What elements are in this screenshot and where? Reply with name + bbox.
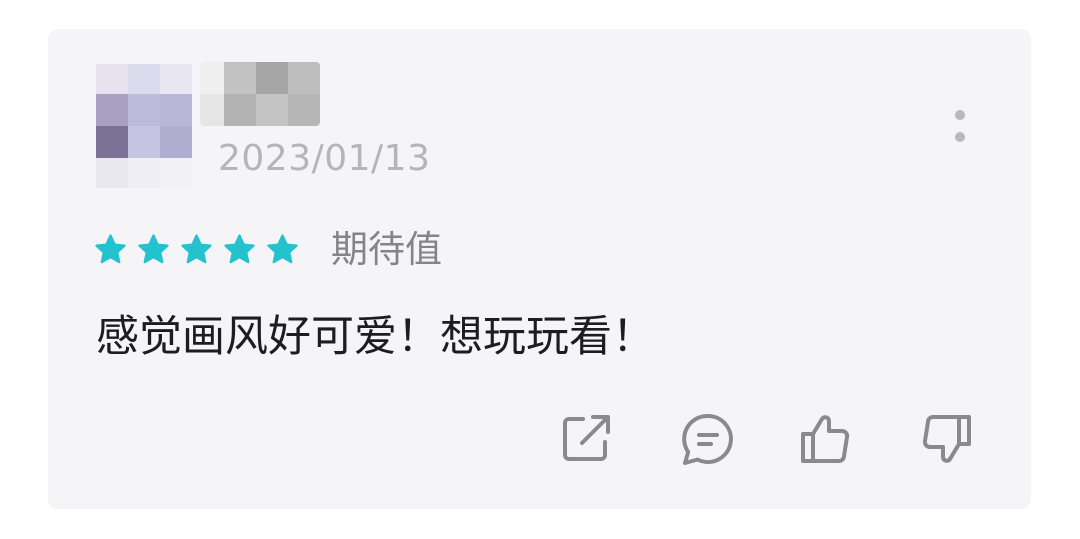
share-icon [563,415,610,461]
star-icon [181,234,212,264]
share-button[interactable] [557,410,615,468]
username-blurred[interactable] [200,62,320,126]
star-icon [95,234,126,264]
comment-icon [682,413,733,465]
avatar[interactable] [96,64,192,188]
star-rating [94,233,299,269]
dislike-button[interactable] [917,410,975,468]
rating-label: 期待值 [331,228,442,271]
more-options-button[interactable] [946,106,974,148]
star-icon [138,234,169,264]
like-button[interactable] [797,410,855,468]
comment-button[interactable] [679,410,737,468]
thumbs-down-icon [922,415,971,463]
review-text: 感觉画风好可爱！想玩玩看！ [96,312,655,362]
review-date: 2023/01/13 [218,138,431,179]
thumbs-up-icon [801,415,850,463]
star-icon [267,234,298,264]
star-icon [224,234,255,264]
review-card [48,29,1031,509]
